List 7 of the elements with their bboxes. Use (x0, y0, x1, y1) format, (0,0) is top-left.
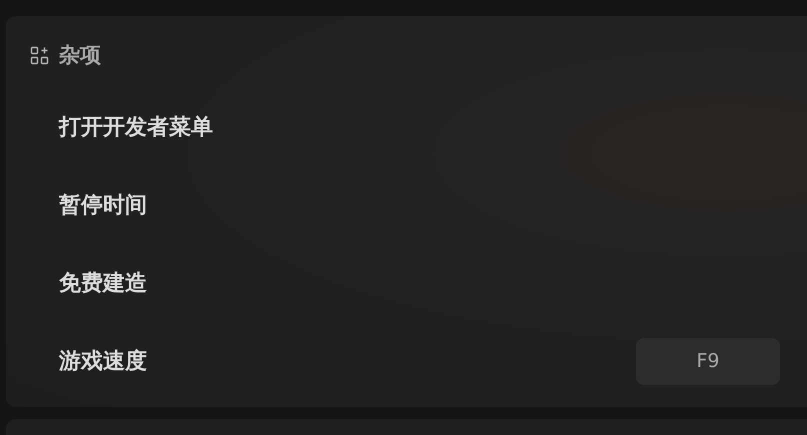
option-label[interactable]: 免费建造 (59, 268, 147, 298)
section-title: 杂项 (59, 42, 101, 69)
keybind-button[interactable]: F9 (636, 338, 780, 384)
option-label[interactable]: 暂停时间 (59, 190, 147, 220)
option-label[interactable]: 打开开发者菜单 (59, 112, 213, 142)
option-label[interactable]: 游戏速度 (59, 346, 147, 376)
grid-plus-icon (30, 46, 49, 64)
